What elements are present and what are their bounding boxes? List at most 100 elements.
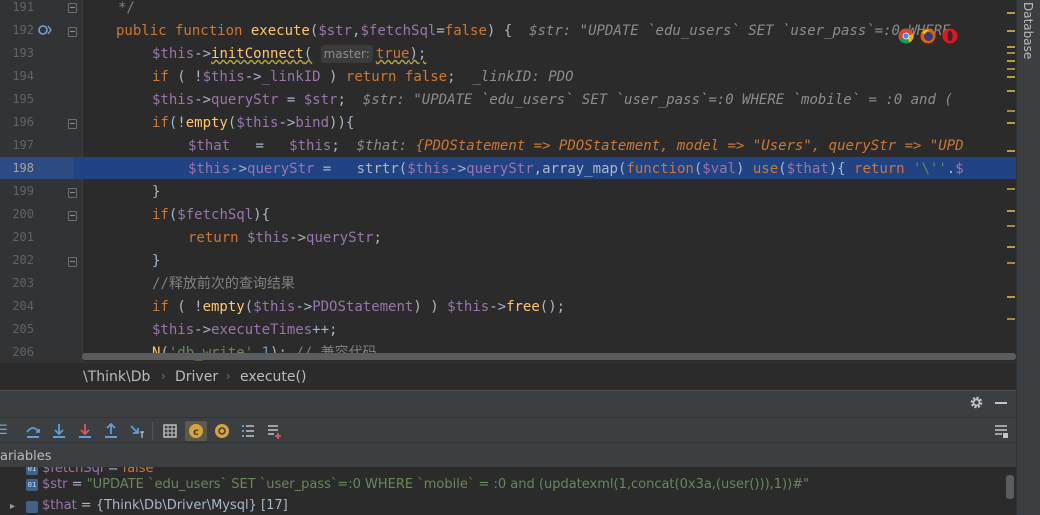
breadcrumb-method[interactable]: execute() — [240, 369, 306, 385]
add-watch-icon[interactable] — [266, 423, 282, 439]
code-line-203: //释放前次的查询结果 — [152, 276, 295, 292]
breadcrumb-separator-icon: › — [161, 369, 166, 383]
fold-icon[interactable] — [68, 257, 77, 267]
stripe-mark[interactable] — [1007, 210, 1015, 212]
opera-icon[interactable] — [942, 28, 958, 44]
stripe-mark[interactable] — [1007, 68, 1015, 70]
parameter-hint: master: — [320, 45, 373, 63]
line-number: 191 — [12, 0, 34, 14]
step-into-icon[interactable] — [51, 423, 67, 439]
line-number: 202 — [12, 253, 34, 267]
line-number: 193 — [12, 46, 34, 60]
variables-header: ariables — [0, 449, 52, 464]
line-number: 205 — [12, 322, 34, 336]
stripe-mark[interactable] — [1007, 46, 1015, 48]
fold-icon[interactable] — [68, 3, 77, 13]
stripe-mark[interactable] — [1007, 246, 1015, 248]
constants-icon[interactable]: c — [188, 423, 204, 439]
stripe-mark[interactable] — [1007, 150, 1015, 152]
method-override-icon[interactable] — [38, 24, 52, 36]
line-number: 192 — [12, 23, 34, 37]
stripe-mark[interactable] — [1007, 318, 1015, 320]
frames-icon[interactable]: ☰ — [0, 423, 10, 439]
line-number: 195 — [12, 92, 34, 106]
breadcrumb-class[interactable]: Driver — [175, 369, 218, 385]
code-line-197: $that = $this; $that: {PDOStatement => P… — [188, 138, 964, 154]
line-number: 203 — [12, 276, 34, 290]
browser-icons — [898, 28, 958, 46]
variable-row[interactable]: $fetchSql = false — [42, 467, 154, 476]
code-line-200: if($fetchSql){ — [152, 207, 271, 223]
toolbar-divider — [152, 422, 153, 440]
firefox-icon[interactable] — [920, 28, 936, 44]
stripe-mark[interactable] — [1007, 122, 1015, 124]
stripe-mark[interactable] — [1007, 225, 1015, 227]
code-line-195: $this->queryStr = $str; $str: "UPDATE `e… — [152, 92, 953, 108]
variable-type-icon: 01 — [26, 467, 38, 475]
debug-toolbar: ☰ c — [0, 417, 1016, 443]
error-stripe[interactable] — [1004, 0, 1016, 362]
breadcrumb-namespace[interactable]: \Think\Db — [83, 369, 150, 385]
line-number: 200 — [12, 207, 34, 221]
line-number: 194 — [12, 69, 34, 83]
stripe-mark[interactable] — [1007, 12, 1015, 14]
expand-arrow-icon[interactable]: ▸ — [10, 501, 15, 512]
minimize-icon[interactable] — [995, 402, 1007, 404]
fold-icon[interactable] — [68, 211, 77, 221]
code-line-194: if ( !$this->_linkID ) return false; _li… — [152, 69, 574, 85]
panel-header — [0, 391, 1016, 415]
line-number: 204 — [12, 299, 34, 313]
stripe-mark[interactable] — [1007, 296, 1015, 298]
watches-icon[interactable] — [214, 423, 230, 439]
code-line-192: public function execute($str,$fetchSql=f… — [116, 23, 951, 39]
line-number: 197 — [12, 138, 34, 152]
scrollbar-thumb[interactable] — [82, 353, 1016, 360]
code-line-196: if(!empty($this->bind)){ — [152, 115, 355, 131]
fold-icon[interactable] — [68, 27, 77, 37]
code-line-191: */ — [118, 0, 135, 16]
code-line-201: return $this->queryStr; — [188, 230, 382, 246]
stripe-mark[interactable] — [1007, 90, 1015, 92]
breadcrumb: \Think\Db › Driver › execute() — [0, 362, 1016, 390]
breadcrumb-separator-icon: › — [226, 369, 231, 383]
stripe-mark[interactable] — [1007, 76, 1015, 78]
debug-panel: ☰ c ariables 01 $fetchSql = false 01 $st… — [0, 390, 1016, 515]
object-icon — [26, 501, 38, 513]
variable-row[interactable]: $that = {Think\Db\Driver\Mysql} [17] — [42, 498, 288, 513]
gutter-separator — [82, 0, 83, 362]
line-number: 199 — [12, 184, 34, 198]
chrome-icon[interactable] — [898, 28, 914, 44]
stripe-mark[interactable] — [1007, 52, 1015, 54]
step-over-icon[interactable] — [25, 423, 41, 439]
run-to-cursor-icon[interactable] — [129, 423, 145, 439]
stripe-mark[interactable] — [1007, 110, 1015, 112]
code-line-199: } — [152, 184, 161, 200]
vertical-scrollbar-thumb[interactable] — [1006, 475, 1014, 499]
stripe-mark[interactable] — [1007, 262, 1015, 264]
fold-icon[interactable] — [68, 119, 77, 129]
step-out-icon[interactable] — [103, 423, 119, 439]
line-number: 196 — [12, 115, 34, 129]
horizontal-scrollbar[interactable] — [82, 353, 1016, 360]
variables-list[interactable]: 01 $fetchSql = false 01 $str = "UPDATE `… — [0, 467, 1016, 515]
stripe-mark[interactable] — [1007, 30, 1015, 32]
list-icon[interactable] — [240, 423, 256, 439]
layout-icon[interactable] — [993, 423, 1009, 439]
settings-icon[interactable] — [969, 395, 984, 410]
force-step-into-icon[interactable] — [77, 423, 93, 439]
code-line-198: $this->queryStr = strtr($this->queryStr,… — [188, 161, 964, 177]
code-line-205: $this->executeTimes++; — [152, 322, 338, 338]
stripe-mark[interactable] — [1007, 60, 1015, 62]
variable-row[interactable]: $str = "UPDATE `edu_users` SET `user_pas… — [42, 477, 809, 492]
code-line-202: } — [152, 253, 161, 269]
stripe-mark[interactable] — [1007, 188, 1015, 190]
variable-type-icon: 01 — [26, 479, 38, 491]
svg-text:c: c — [193, 427, 199, 438]
database-tool-tab[interactable]: Database — [1021, 2, 1035, 59]
code-editor[interactable]: 191 192 193 194 195 196 197 198 199 200 … — [0, 0, 1016, 362]
code-line-204: if ( !empty($this->PDOStatement) ) $this… — [152, 299, 566, 315]
evaluate-icon[interactable] — [162, 423, 178, 439]
line-number: 201 — [12, 230, 34, 244]
code-line-193: $this->initConnect( master: true); — [152, 45, 427, 63]
fold-icon[interactable] — [68, 188, 77, 198]
